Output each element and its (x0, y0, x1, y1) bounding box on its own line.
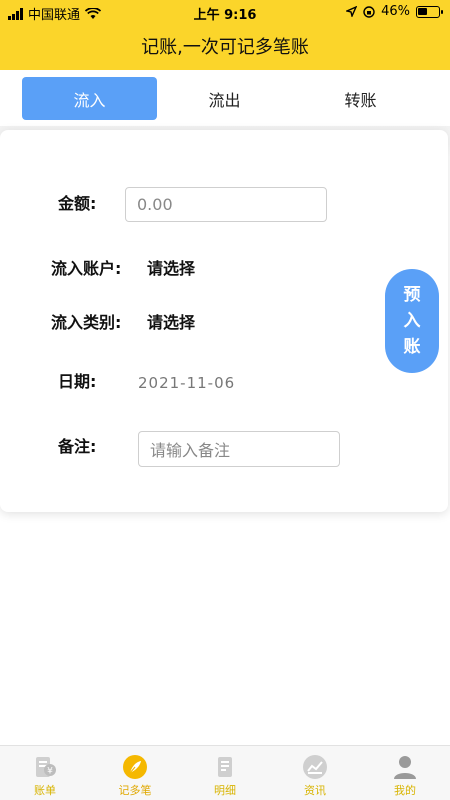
nav-item-multi-entry[interactable]: 记多笔 (90, 746, 180, 800)
battery-percent: 46% (381, 4, 410, 19)
date-picker[interactable]: 2021-11-06 (138, 374, 235, 392)
note-label: 备注: (58, 437, 97, 456)
nav-label-multi-entry: 记多笔 (118, 784, 152, 797)
page-title: 记账,一次可记多笔账 (141, 37, 309, 58)
pre-entry-char: 预 (403, 285, 421, 305)
user-icon (392, 754, 418, 780)
nav-label-mine: 我的 (394, 784, 416, 797)
orientation-lock-icon (363, 5, 375, 18)
note-input[interactable]: 请输入备注 (138, 431, 340, 467)
account-label: 流入账户: (51, 259, 122, 278)
tab-inflow[interactable]: 流入 (22, 77, 157, 120)
tab-bar: 流入 流出 转账 (0, 70, 450, 126)
chart-icon (302, 754, 328, 780)
pre-entry-char: 账 (403, 337, 421, 357)
nav-label-bills: 账单 (34, 784, 56, 797)
top-bar: 中国联通 上午 9:16 46% 记账,一次可记多笔账 (0, 0, 450, 70)
date-label: 日期: (58, 372, 97, 391)
tab-outflow[interactable]: 流出 (157, 77, 292, 120)
bottom-nav: ¥ 账单 记多笔 明细 资讯 我的 (0, 745, 450, 800)
amount-label: 金额: (58, 194, 97, 213)
nav-item-details[interactable]: 明细 (180, 746, 270, 800)
svg-text:¥: ¥ (47, 767, 53, 777)
nav-item-bills[interactable]: ¥ 账单 (0, 746, 90, 800)
status-right: 46% (346, 4, 443, 19)
feather-icon (122, 754, 148, 780)
nav-label-details: 明细 (214, 784, 236, 797)
entry-form-card: 金额: 0.00 流入账户: 请选择 流入类别: 请选择 日期: 2021-11… (0, 130, 448, 512)
category-select[interactable]: 请选择 (147, 309, 195, 333)
category-label: 流入类别: (51, 313, 122, 332)
tab-transfer[interactable]: 转账 (293, 77, 428, 120)
nav-item-news[interactable]: 资讯 (270, 746, 360, 800)
battery-icon (416, 5, 443, 18)
detail-icon (212, 754, 238, 780)
account-select[interactable]: 请选择 (147, 255, 195, 279)
pre-entry-button[interactable]: 预 入 账 (385, 269, 439, 373)
nav-item-mine[interactable]: 我的 (360, 746, 450, 800)
bill-icon: ¥ (32, 754, 58, 780)
amount-input[interactable]: 0.00 (125, 187, 327, 222)
nav-label-news: 资讯 (304, 784, 326, 797)
status-bar: 中国联通 上午 9:16 46% (0, 0, 450, 24)
pre-entry-char: 入 (403, 311, 421, 331)
battery-level (418, 7, 427, 15)
location-icon (346, 6, 358, 17)
